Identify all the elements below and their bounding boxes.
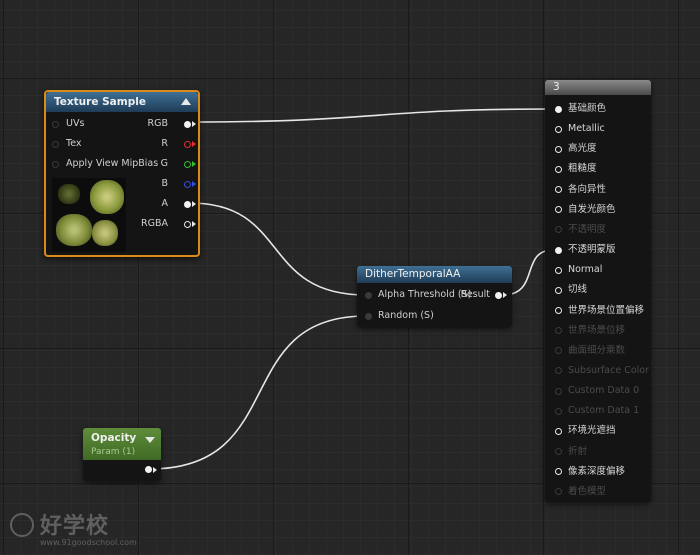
- input-pin-icon[interactable]: [555, 226, 562, 234]
- input-pin-icon[interactable]: [555, 327, 562, 335]
- input-pin-random[interactable]: [365, 312, 372, 320]
- result-input-label: 粗糙度: [568, 163, 597, 175]
- result-input-label: 像素深度偏移: [568, 465, 626, 477]
- wire-opacity-to-random[interactable]: [149, 315, 367, 470]
- texture-sample-node[interactable]: Texture Sample UVs Tex Apply View MipBia…: [44, 90, 200, 257]
- result-input-label: 环境光遮挡: [568, 425, 616, 437]
- input-pin-icon[interactable]: [555, 488, 562, 496]
- result-input-label: 着色模型: [568, 485, 607, 497]
- arrow-icon: [192, 221, 196, 227]
- result-input-label: Metallic: [568, 123, 605, 135]
- input-pin-icon[interactable]: [555, 266, 562, 274]
- result-input-label: 世界场景位移: [568, 324, 626, 336]
- opacity-header[interactable]: Opacity Param (1): [83, 428, 161, 460]
- arrow-icon: [192, 161, 196, 167]
- input-pin-icon[interactable]: [555, 145, 562, 153]
- pin-label: UVs: [66, 118, 85, 129]
- opacity-subtitle: Param (1): [91, 447, 136, 457]
- input-pin-icon[interactable]: [52, 160, 59, 168]
- input-pin-icon[interactable]: [555, 407, 562, 415]
- dither-header[interactable]: DitherTemporalAA: [357, 266, 512, 283]
- opacity-param-node[interactable]: Opacity Param (1): [83, 428, 161, 481]
- watermark-logo: 好学校 www.91goodschool.com: [10, 508, 150, 552]
- input-pin-icon[interactable]: [52, 140, 59, 148]
- output-pin-rgba[interactable]: [184, 220, 191, 228]
- pin-a-label: A: [161, 198, 169, 209]
- input-pin-icon[interactable]: [555, 186, 562, 194]
- result-header[interactable]: 3: [545, 80, 651, 95]
- output-pin-r[interactable]: [184, 140, 191, 148]
- result-input-label: 基础颜色: [568, 103, 607, 114]
- arrow-icon: [192, 201, 196, 207]
- pin-random-label: Random (S): [378, 310, 434, 321]
- pin-b-label: B: [161, 178, 168, 189]
- result-input-label: 自发光颜色: [568, 203, 616, 215]
- pin-r-label: R: [161, 138, 168, 149]
- wire-a-to-alpha-threshold[interactable]: [189, 202, 367, 296]
- input-pin-icon[interactable]: [555, 367, 562, 375]
- arrow-icon: [153, 466, 157, 473]
- texture-sample-title: Texture Sample: [54, 96, 146, 108]
- result-input-label: Custom Data 0: [568, 385, 640, 397]
- input-pin-icon[interactable]: [555, 307, 562, 314]
- output-pin-result[interactable]: [495, 291, 502, 299]
- input-pin-alpha-threshold[interactable]: [365, 291, 372, 299]
- arrow-icon: [192, 181, 196, 187]
- result-input-label: Custom Data 1: [568, 405, 640, 417]
- input-pin-icon[interactable]: [555, 387, 562, 395]
- texture-sample-header[interactable]: Texture Sample: [46, 92, 198, 112]
- result-input-label: 高光度: [568, 143, 597, 155]
- material-result-node[interactable]: 3 基础颜色 Metallic 高光度粗糙度各向异性自发光颜色不透明度不透明蒙版 No…: [545, 80, 651, 502]
- pin-alpha-threshold-label: Alpha Threshold (S): [378, 289, 472, 300]
- collapse-icon[interactable]: [181, 98, 191, 105]
- pin-rgb-label: RGB: [147, 118, 168, 129]
- input-pin-icon[interactable]: [555, 165, 562, 173]
- arrow-icon: [192, 141, 196, 147]
- pin-label: Tex: [66, 138, 82, 149]
- result-input-label: 切线: [568, 284, 588, 296]
- result-input-label: 曲面细分乘数: [568, 344, 626, 356]
- result-input-label: Subsurface Color: [568, 364, 650, 376]
- dither-temporal-aa-node[interactable]: DitherTemporalAA Alpha Threshold (S) Res…: [357, 266, 512, 327]
- pin-g-label: G: [160, 158, 168, 169]
- pin-result-label: Result: [460, 289, 490, 300]
- result-input-label: 不透明度: [568, 223, 607, 235]
- watermark-brand: 好学校: [40, 514, 110, 539]
- input-pin-icon[interactable]: [555, 427, 562, 435]
- input-pin-icon[interactable]: [555, 468, 562, 476]
- input-pin-icon[interactable]: [555, 448, 562, 456]
- result-input-label: 折射: [568, 445, 588, 457]
- arrow-icon: [503, 292, 507, 298]
- logo-icon: [10, 513, 34, 537]
- result-input-label: 各向异性: [568, 183, 607, 195]
- dropdown-icon[interactable]: [145, 437, 155, 443]
- result-input-label: Normal: [568, 264, 603, 276]
- output-pin-b[interactable]: [184, 180, 191, 188]
- input-pin-icon[interactable]: [555, 105, 562, 113]
- output-pin-g[interactable]: [184, 160, 191, 168]
- output-pin-opacity[interactable]: [145, 466, 152, 473]
- output-pin-a[interactable]: [184, 200, 191, 208]
- wire-rgb-to-base-color[interactable]: [189, 108, 554, 123]
- texture-preview-image: [52, 178, 126, 252]
- pin-rgba-label: RGBA: [141, 218, 168, 229]
- watermark-site: www.91goodschool.com: [40, 538, 137, 547]
- arrow-icon: [192, 121, 196, 127]
- pin-label: Apply View MipBias: [66, 158, 159, 169]
- dither-title: DitherTemporalAA: [365, 268, 461, 280]
- input-pin-icon[interactable]: [555, 347, 562, 355]
- result-title: 3: [553, 81, 560, 93]
- input-pin-icon[interactable]: [555, 125, 562, 133]
- input-pin-icon[interactable]: [555, 246, 562, 254]
- result-input-label: 世界场景位置偏移: [568, 304, 645, 316]
- result-input-label: 不透明蒙版: [568, 244, 616, 256]
- output-pin-rgb[interactable]: [184, 120, 191, 128]
- input-pin-icon[interactable]: [555, 286, 562, 294]
- input-pin-icon[interactable]: [555, 206, 562, 214]
- input-pin-icon[interactable]: [52, 120, 59, 128]
